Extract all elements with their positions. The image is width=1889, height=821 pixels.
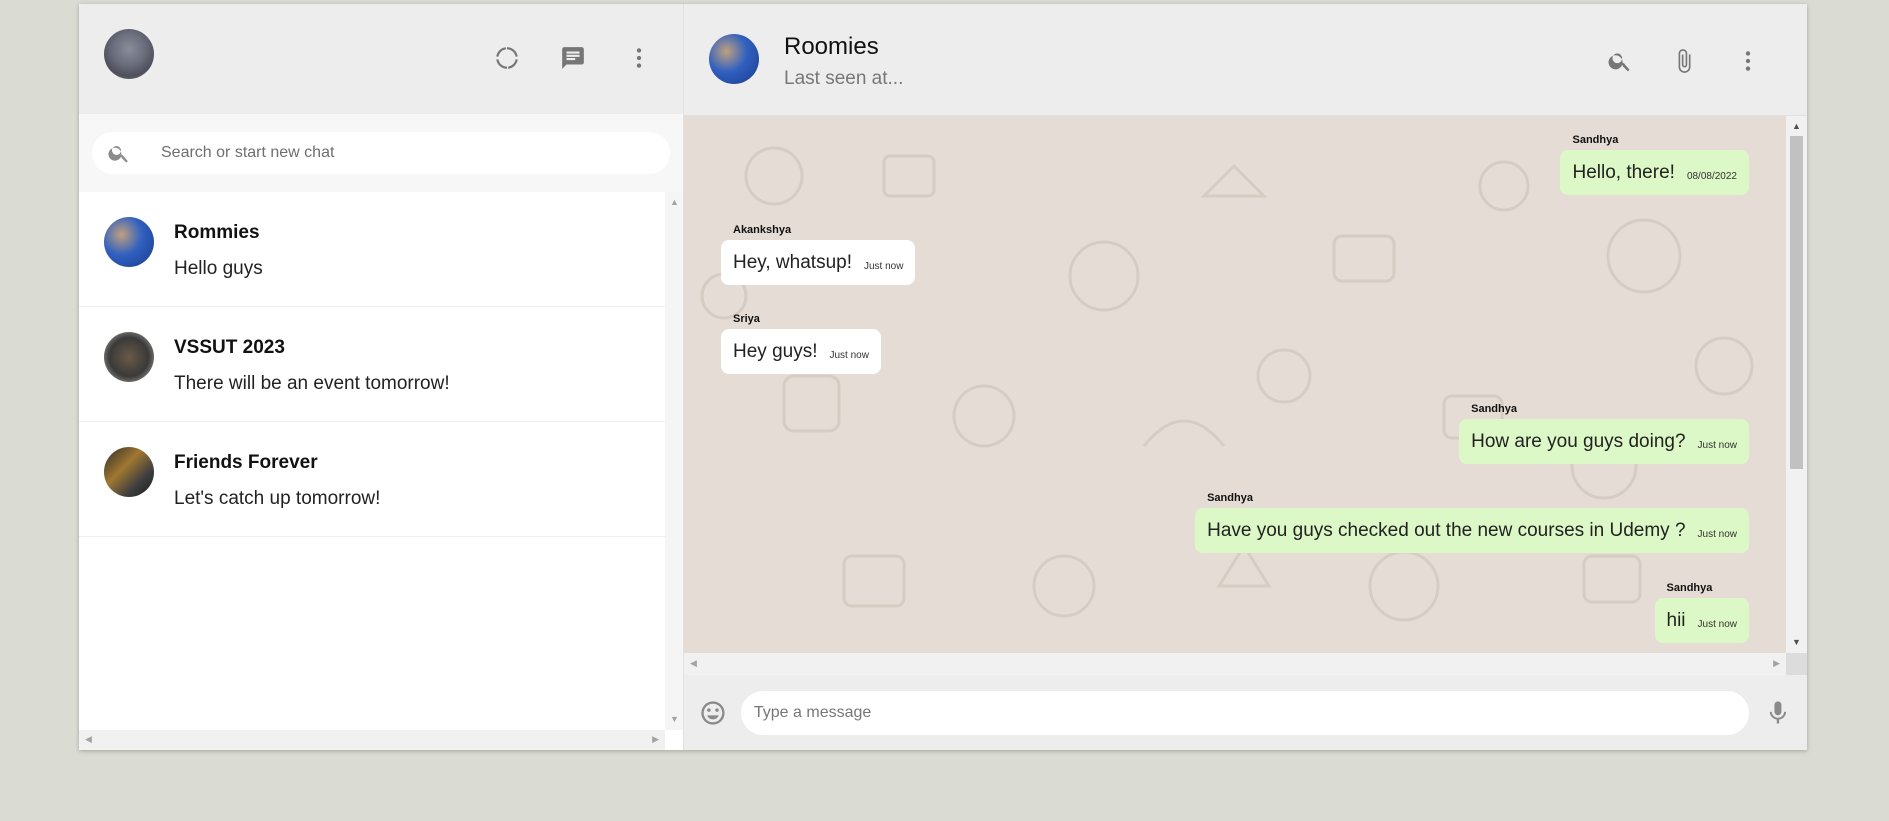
scroll-right-arrow-icon[interactable]: ▶ <box>1773 659 1780 668</box>
attach-icon[interactable] <box>1670 47 1698 75</box>
message-time: Just now <box>863 261 904 272</box>
sidebar-header <box>79 4 683 114</box>
message-bubble[interactable]: Hello, there! 08/08/2022 <box>1560 150 1749 195</box>
message-time: Just now <box>829 350 869 361</box>
scroll-up-arrow-icon[interactable]: ▲ <box>670 198 679 207</box>
chat-background-pattern <box>700 146 1754 622</box>
chat-last-message: Hello guys <box>174 258 263 279</box>
chat-avatar <box>104 447 154 497</box>
profile-avatar[interactable] <box>104 29 154 79</box>
search-icon <box>108 146 128 163</box>
search-icon[interactable] <box>1606 47 1634 75</box>
chat-list-item[interactable]: VSSUT 2023 There will be an event tomorr… <box>79 307 665 422</box>
message-composer <box>684 675 1807 750</box>
message-area: Sandhya Hello, there! 08/08/2022 Akanksh… <box>684 116 1807 653</box>
conversation-avatar[interactable] <box>709 34 759 84</box>
scroll-right-arrow-icon[interactable]: ▶ <box>652 735 659 744</box>
chat-list-vertical-scrollbar[interactable]: ▲ ▼ <box>665 192 683 730</box>
chat-list: Rommies Hello guys VSSUT 2023 There will… <box>79 192 665 730</box>
search-input[interactable] <box>161 144 641 162</box>
message-time: Just now <box>1697 619 1737 630</box>
chat-last-message: There will be an event tomorrow! <box>174 373 450 394</box>
chat-name: Friends Forever <box>174 452 318 473</box>
menu-icon[interactable] <box>1734 47 1762 75</box>
scroll-up-arrow-icon[interactable]: ▲ <box>1792 122 1801 131</box>
message-text: Hey, whatsup! <box>733 252 852 273</box>
message-bubble[interactable]: Hey, whatsup! Just now <box>721 240 916 285</box>
search-box <box>92 132 670 174</box>
conversation-title[interactable]: Roomies <box>784 33 879 61</box>
app-window: Rommies Hello guys VSSUT 2023 There will… <box>79 4 1807 750</box>
message-bubble[interactable]: hii Just now <box>1654 598 1749 643</box>
message-bubble[interactable]: Have you guys checked out the new course… <box>1195 508 1749 553</box>
mic-icon[interactable] <box>1764 699 1792 727</box>
message-sender: Sandhya <box>1666 582 1713 594</box>
conversation-header-actions <box>1606 47 1762 75</box>
incoming-message: Sriya Hey guys! Just now <box>721 313 881 374</box>
message-text: hii <box>1666 610 1686 631</box>
last-seen-status: Last seen at... <box>784 68 904 89</box>
chat-list-item[interactable]: Rommies Hello guys <box>79 192 665 307</box>
message-sender: Sandhya <box>1471 403 1517 415</box>
message-text: Hey guys! <box>733 341 818 362</box>
incoming-message: Akankshya Hey, whatsup! Just now <box>721 224 916 285</box>
message-horizontal-scrollbar[interactable]: ◀ ▶ <box>684 653 1786 675</box>
outgoing-message: Sandhya How are you guys doing? Just now <box>1459 403 1749 464</box>
message-sender: Sandhya <box>1572 134 1619 146</box>
message-time: Just now <box>1697 529 1737 540</box>
chat-avatar <box>104 217 154 267</box>
message-input[interactable] <box>740 690 1750 735</box>
message-text: How are you guys doing? <box>1471 431 1686 452</box>
chat-name: VSSUT 2023 <box>174 337 285 358</box>
scrollbar-thumb[interactable] <box>1790 136 1803 469</box>
scroll-left-arrow-icon[interactable]: ◀ <box>85 735 92 744</box>
outgoing-message: Sandhya Have you guys checked out the ne… <box>1195 492 1749 553</box>
message-bubble[interactable]: How are you guys doing? Just now <box>1459 419 1749 464</box>
scroll-left-arrow-icon[interactable]: ◀ <box>690 659 697 668</box>
chat-list-area: Rommies Hello guys VSSUT 2023 There will… <box>79 192 683 750</box>
emoji-icon[interactable] <box>699 699 727 727</box>
message-sender: Sandhya <box>1207 492 1253 504</box>
conversation-panel: Roomies Last seen at... Sandhya Hello, t… <box>684 4 1807 750</box>
chat-list-item[interactable]: Friends Forever Let's catch up tomorrow! <box>79 422 665 537</box>
message-bubble[interactable]: Hey guys! Just now <box>721 329 881 374</box>
message-time: Just now <box>1697 440 1737 451</box>
chat-name: Rommies <box>174 222 260 243</box>
search-bar <box>79 114 683 192</box>
chat-last-message: Let's catch up tomorrow! <box>174 488 381 509</box>
new-chat-icon[interactable] <box>559 44 587 72</box>
conversation-header: Roomies Last seen at... <box>684 4 1807 116</box>
status-icon[interactable] <box>493 44 521 72</box>
outgoing-message: Sandhya hii Just now <box>1654 582 1749 643</box>
scroll-down-arrow-icon[interactable]: ▼ <box>670 715 679 724</box>
sidebar: Rommies Hello guys VSSUT 2023 There will… <box>79 4 684 750</box>
scroll-down-arrow-icon[interactable]: ▼ <box>1792 638 1801 647</box>
outgoing-message: Sandhya Hello, there! 08/08/2022 <box>1560 134 1749 195</box>
sidebar-header-actions <box>493 44 653 72</box>
chat-avatar <box>104 332 154 382</box>
chat-list-horizontal-scrollbar[interactable]: ◀ ▶ <box>79 730 665 750</box>
menu-icon[interactable] <box>625 44 653 72</box>
message-sender: Sriya <box>733 313 760 325</box>
message-time: 08/08/2022 <box>1686 171 1737 182</box>
message-text: Hello, there! <box>1572 162 1675 183</box>
message-text: Have you guys checked out the new course… <box>1207 520 1686 541</box>
message-vertical-scrollbar[interactable]: ▲ ▼ <box>1786 116 1807 653</box>
message-sender: Akankshya <box>733 224 792 236</box>
scrollbar-corner <box>1786 653 1807 675</box>
